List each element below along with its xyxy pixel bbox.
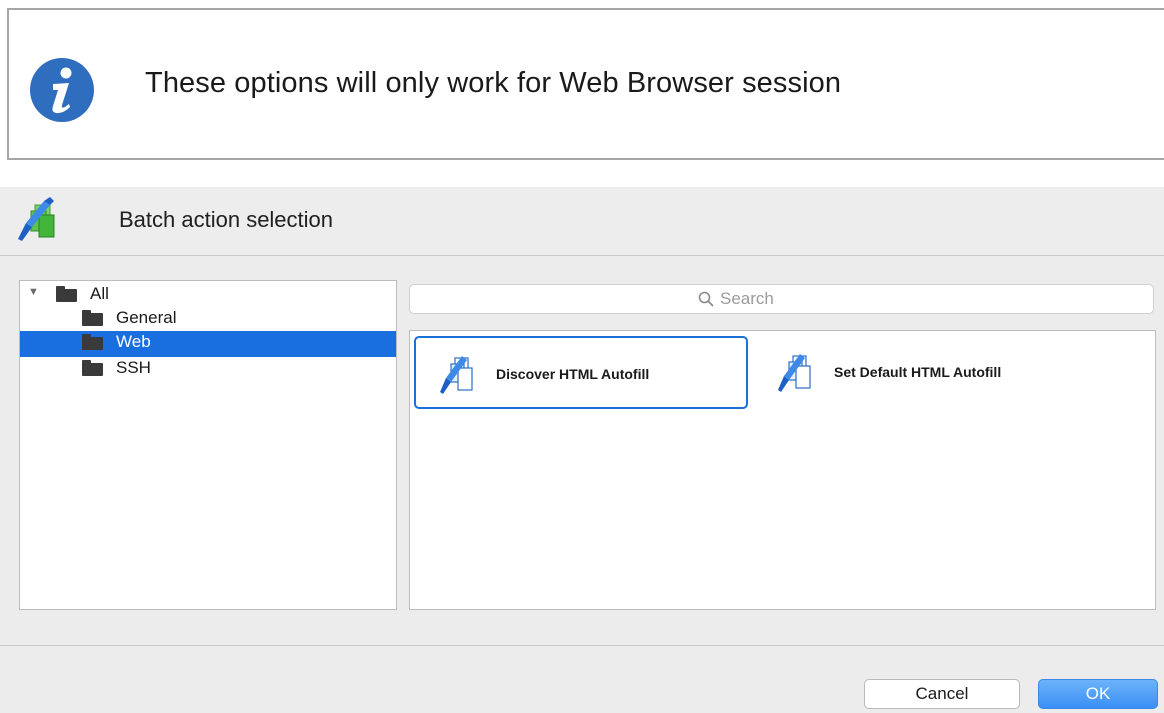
footer-divider [0, 645, 1164, 646]
tree-item-all[interactable]: ▼ All [20, 283, 396, 309]
tree-item-ssh[interactable]: SSH [20, 357, 396, 383]
autofill-action-icon [778, 354, 811, 392]
info-message: These options will only work for Web Bro… [145, 67, 842, 99]
tree-item-web[interactable]: Web [20, 331, 396, 357]
search-input[interactable]: Search [409, 284, 1154, 314]
action-set-default-html-autofill[interactable]: Set Default HTML Autofill [754, 336, 1088, 409]
tree-item-label: General [116, 308, 177, 327]
folder-icon [56, 286, 77, 302]
action-label: Discover HTML Autofill [496, 366, 650, 382]
action-discover-html-autofill[interactable]: Discover HTML Autofill [414, 336, 748, 409]
search-icon [698, 291, 714, 307]
autofill-action-icon [440, 356, 473, 394]
tree-item-general[interactable]: General [20, 307, 396, 333]
batch-action-dialog: Batch action selection ▼ All General Web [0, 187, 1164, 713]
dialog-title: Batch action selection [119, 207, 334, 232]
tree-item-label: SSH [116, 358, 151, 377]
info-icon [30, 58, 94, 122]
batch-action-icon [18, 197, 55, 241]
action-label: Set Default HTML Autofill [834, 364, 1002, 380]
info-banner: These options will only work for Web Bro… [7, 8, 1164, 160]
folder-icon [82, 360, 103, 376]
tree-item-label: Web [116, 332, 151, 351]
folder-icon [82, 334, 103, 350]
search-placeholder-text: Search [720, 289, 774, 308]
cancel-button[interactable]: Cancel [864, 679, 1020, 709]
category-tree: ▼ All General Web SSH [19, 280, 397, 610]
dialog-header: Batch action selection [0, 187, 1164, 256]
tree-item-label: All [90, 284, 109, 303]
ok-button[interactable]: OK [1038, 679, 1158, 709]
actions-panel: Discover HTML Autofill Set Default HTML … [409, 330, 1156, 610]
folder-icon [82, 310, 103, 326]
disclosure-triangle-icon[interactable]: ▼ [28, 286, 39, 298]
